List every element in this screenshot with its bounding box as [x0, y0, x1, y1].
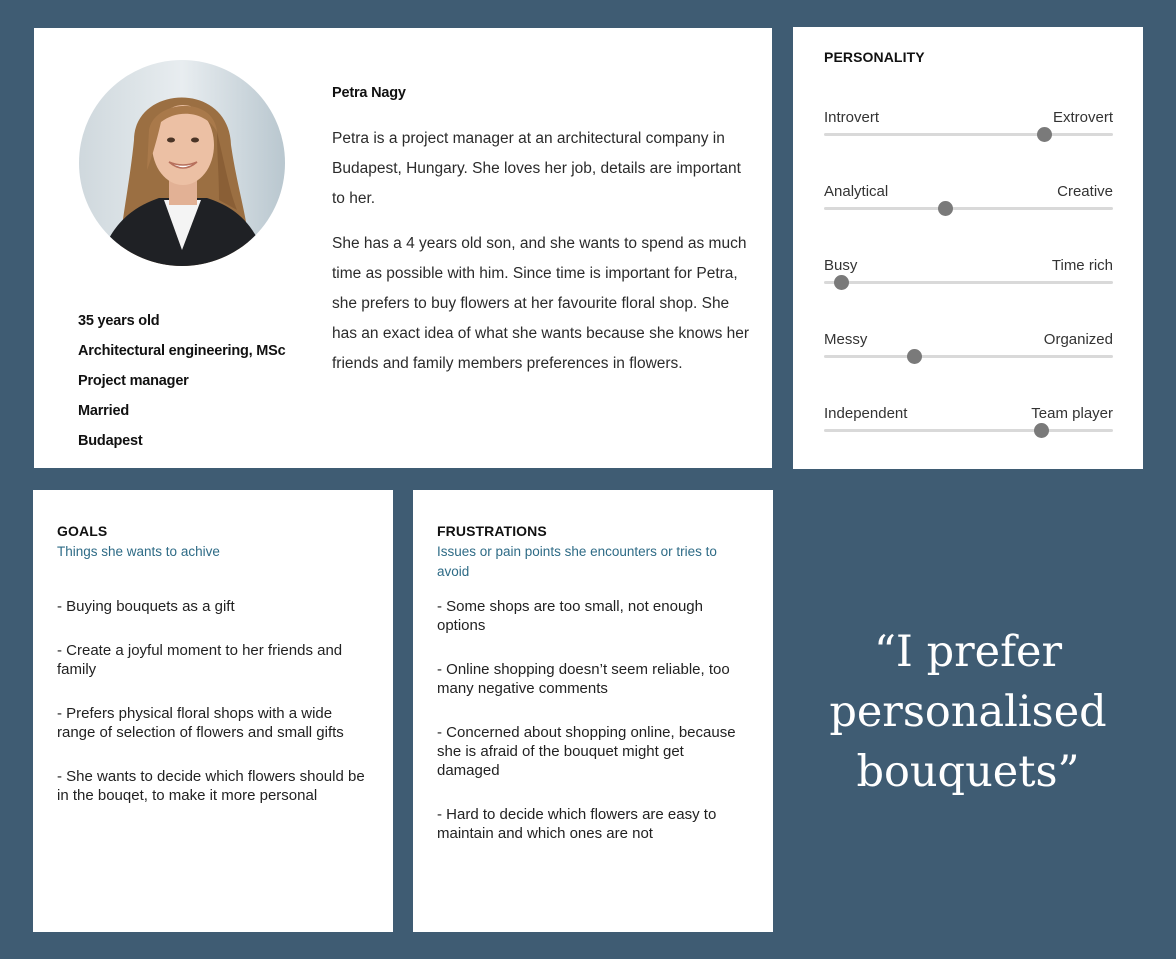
fact-education: Architectural engineering, MSc: [78, 343, 286, 359]
goals-card: GOALS Things she wants to achive - Buyin…: [33, 490, 393, 932]
persona-facts: 35 years old Architectural engineering, …: [78, 306, 286, 456]
trait-right-label: Time rich: [1051, 257, 1113, 274]
trait-right-label: Organized: [1043, 331, 1113, 348]
personality-traits: Introvert Extrovert Analytical Creative …: [824, 109, 1113, 479]
goals-list: - Buying bouquets as a gift - Create a j…: [57, 597, 369, 830]
personality-card: PERSONALITY Introvert Extrovert Analytic…: [793, 27, 1143, 469]
trait-track: [824, 133, 1113, 136]
list-item: - Online shopping doesn’t seem reliable,…: [437, 661, 730, 697]
persona-bio: Petra is a project manager at an archite…: [332, 124, 752, 394]
trait-left-label: Messy: [824, 331, 868, 348]
frustrations-title: FRUSTRATIONS: [437, 523, 547, 539]
bio-paragraph: Petra is a project manager at an archite…: [332, 130, 741, 207]
trait-knob: [1033, 423, 1049, 438]
list-item: - Hard to decide which flowers are easy …: [437, 806, 717, 842]
frustrations-subtitle: Issues or pain points she encounters or …: [437, 544, 717, 579]
fact-marital-status: Married: [78, 403, 129, 419]
personality-title: PERSONALITY: [824, 49, 925, 65]
frustrations-card: FRUSTRATIONS Issues or pain points she e…: [413, 490, 773, 932]
trait-slider: Messy Organized: [824, 331, 1113, 405]
trait-knob: [1036, 127, 1052, 142]
bio-paragraph: She has a 4 years old son, and she wants…: [332, 235, 750, 372]
goals-title: GOALS: [57, 523, 108, 539]
persona-quote: “I prefer personalised bouquets”: [829, 627, 1107, 797]
trait-slider: Introvert Extrovert: [824, 109, 1113, 183]
list-item: - Concerned about shopping online, becau…: [437, 724, 736, 779]
persona-photo: [79, 60, 285, 266]
trait-slider: Busy Time rich: [824, 257, 1113, 331]
list-item: - Prefers physical floral shops with a w…: [57, 705, 344, 741]
persona-name: Petra Nagy: [332, 85, 406, 101]
list-item: - She wants to decide which flowers shou…: [57, 768, 365, 804]
fact-age: 35 years old: [78, 313, 160, 329]
list-item: - Buying bouquets as a gift: [57, 598, 235, 615]
trait-left-label: Analytical: [824, 183, 889, 200]
goals-subtitle: Things she wants to achive: [57, 544, 220, 559]
profile-card: 35 years old Architectural engineering, …: [34, 28, 772, 468]
trait-slider: Independent Team player: [824, 405, 1113, 479]
trait-knob: [938, 201, 954, 216]
fact-occupation: Project manager: [78, 373, 189, 389]
trait-track: [824, 355, 1113, 358]
trait-left-label: Busy: [824, 257, 858, 274]
trait-track: [824, 281, 1113, 284]
trait-track: [824, 429, 1113, 432]
trait-right-label: Extrovert: [1052, 109, 1113, 126]
list-item: - Some shops are too small, not enough o…: [437, 598, 703, 634]
trait-knob: [834, 275, 850, 290]
trait-left-label: Independent: [824, 405, 908, 422]
trait-track: [824, 207, 1113, 210]
frustrations-list: - Some shops are too small, not enough o…: [437, 597, 749, 868]
trait-left-label: Introvert: [824, 109, 880, 126]
trait-right-label: Team player: [1031, 405, 1113, 422]
trait-right-label: Creative: [1057, 183, 1113, 200]
list-item: - Create a joyful moment to her friends …: [57, 642, 343, 678]
fact-location: Budapest: [78, 433, 143, 449]
trait-slider: Analytical Creative: [824, 183, 1113, 257]
trait-knob: [906, 349, 922, 364]
persona-photo-image: [79, 60, 285, 266]
